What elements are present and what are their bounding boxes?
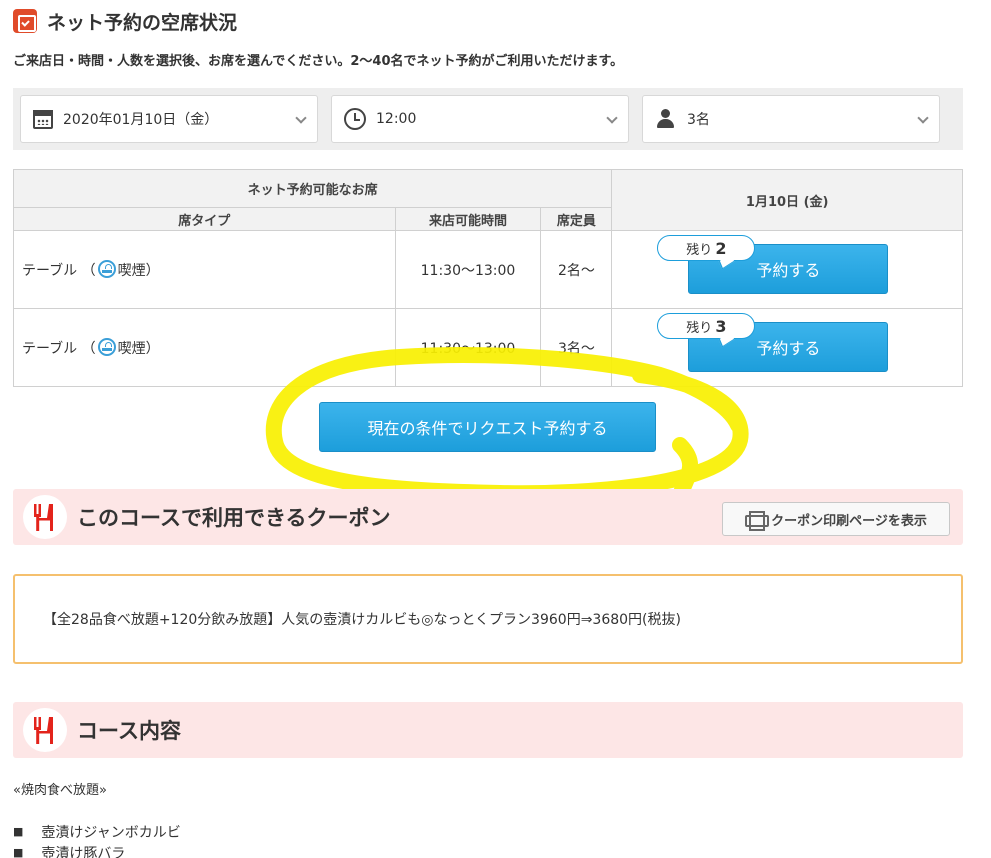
filter-bar: 2020年01月10日（金） 12:00 3名 (13, 88, 963, 150)
remaining-badge: 残り 2 (657, 235, 756, 261)
chevron-down-icon (295, 112, 307, 124)
time-select[interactable]: 12:00 (331, 95, 629, 143)
remaining-count: 3 (715, 316, 727, 336)
time-select-value: 12:00 (376, 111, 417, 127)
list-item: 壺漬けジャンボカルビ (13, 821, 180, 842)
capacity-cell: 2名〜 (540, 230, 613, 309)
calendar-icon (33, 109, 53, 129)
course-section-title: コース内容 (77, 719, 181, 743)
fork-knife-icon (23, 708, 67, 752)
seat-type-label: テーブル （ (22, 340, 96, 357)
remaining-label: 残り (686, 320, 713, 336)
course-intro: «焼肉食べ放題» (13, 783, 107, 798)
date-select[interactable]: 2020年01月10日（金） (20, 95, 318, 143)
table-date-header: 1月10日 (金) (611, 169, 963, 231)
date-select-value: 2020年01月10日（金） (63, 112, 219, 128)
table-row: テーブル （ 喫煙） 11:30〜13:00 2名〜 残り 2 予約する (13, 230, 963, 309)
page-title: ネット予約の空席状況 (13, 8, 237, 34)
course-item-list: 壺漬けジャンボカルビ 壺漬け豚バラ (13, 821, 181, 858)
col-time: 来店可能時間 (394, 207, 542, 231)
remaining-label: 残り (686, 242, 713, 258)
seat-availability-table: ネット予約可能なお席 1月10日 (金) 席タイプ 来店可能時間 席定員 テーブ… (12, 169, 963, 387)
calendar-check-icon (13, 9, 37, 33)
page-title-text: ネット予約の空席状況 (47, 11, 238, 34)
book-cell: 残り 2 予約する (611, 230, 963, 309)
printer-icon (745, 511, 770, 531)
request-reservation-button[interactable]: 現在の条件でリクエスト予約する (319, 402, 656, 452)
smoking-icon (97, 337, 116, 356)
seat-type-cell: テーブル （ 喫煙） (13, 308, 396, 387)
chevron-down-icon (606, 112, 618, 124)
chevron-down-icon (917, 112, 929, 124)
time-cell: 11:30〜13:00 (394, 230, 542, 309)
smoking-label: 喫煙） (117, 340, 160, 357)
smoking-icon (97, 259, 116, 278)
list-item: 壺漬け豚バラ (13, 842, 181, 858)
person-icon (655, 108, 677, 130)
course-section-header: コース内容 (13, 702, 963, 758)
seat-type-cell: テーブル （ 喫煙） (13, 230, 396, 309)
coupon-text: 【全28品食べ放題+120分飲み放題】人気の壺漬けカルビも◎なっとくプラン396… (43, 612, 681, 628)
table-row: テーブル （ 喫煙） 11:30〜13:00 3名〜 残り 3 予約する (13, 308, 963, 387)
smoking-label: 喫煙） (117, 262, 160, 279)
table-group-header: ネット予約可能なお席 (12, 169, 613, 208)
coupon-section-header: このコースで利用できるクーポン クーポン印刷ページを表示 (13, 489, 963, 545)
party-select[interactable]: 3名 (642, 95, 940, 143)
remaining-badge: 残り 3 (657, 313, 756, 339)
clock-icon (344, 108, 366, 130)
party-select-value: 3名 (687, 112, 710, 128)
book-cell: 残り 3 予約する (611, 308, 963, 387)
capacity-cell: 3名〜 (540, 308, 613, 387)
col-capacity: 席定員 (540, 207, 613, 231)
coupon-section-title: このコースで利用できるクーポン (77, 506, 391, 530)
fork-knife-icon (23, 495, 67, 539)
col-seat-type: 席タイプ (13, 207, 396, 231)
coupon-print-label: クーポン印刷ページを表示 (771, 513, 927, 529)
remaining-count: 2 (715, 238, 727, 258)
time-cell: 11:30〜13:00 (394, 308, 542, 387)
coupon-print-button[interactable]: クーポン印刷ページを表示 (722, 502, 950, 536)
coupon-box: 【全28品食べ放題+120分飲み放題】人気の壺漬けカルビも◎なっとくプラン396… (13, 574, 963, 664)
page-subtitle: ご来店日・時間・人数を選択後、お席を選んでください。2〜40名でネット予約がご利… (13, 54, 624, 69)
seat-type-label: テーブル （ (22, 262, 96, 279)
